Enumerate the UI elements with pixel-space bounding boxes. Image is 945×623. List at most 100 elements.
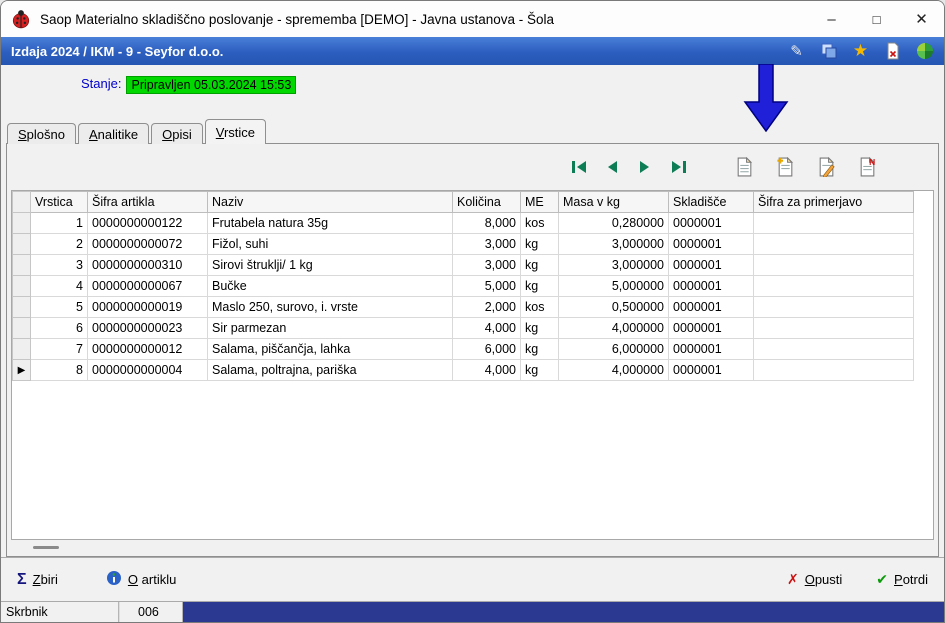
- cell-7[interactable]: [753, 233, 914, 255]
- tab-vrstice[interactable]: Vrstice: [204, 119, 267, 144]
- cell-0[interactable]: 5: [30, 296, 88, 318]
- cell-1[interactable]: 0000000000067: [87, 275, 208, 297]
- cell-5[interactable]: 3,000000: [558, 233, 669, 255]
- cell-0[interactable]: 1: [30, 212, 88, 234]
- cell-6[interactable]: 0000001: [668, 296, 754, 318]
- cell-4[interactable]: kos: [520, 212, 559, 234]
- export-pdf-icon[interactable]: [883, 42, 902, 61]
- minimize-button[interactable]: –: [809, 1, 854, 37]
- records-icon[interactable]: [819, 42, 838, 61]
- table-row[interactable]: 1 0000000000122 Frutabela natura 35g 8,000 k…: [12, 212, 914, 234]
- nav-next-button[interactable]: [632, 154, 658, 180]
- cell-7[interactable]: [753, 338, 914, 360]
- cell-3[interactable]: 3,000: [452, 254, 521, 276]
- cell-1[interactable]: 0000000000023: [87, 317, 208, 339]
- cell-0[interactable]: 8: [30, 359, 88, 381]
- potrdi-button[interactable]: ✔ Potrdi: [876, 571, 928, 588]
- edit-record-button[interactable]: [813, 154, 839, 180]
- cell-6[interactable]: 0000001: [668, 233, 754, 255]
- cell-2[interactable]: Bučke: [207, 275, 453, 297]
- cell-0[interactable]: 7: [30, 338, 88, 360]
- table-row[interactable]: 4 0000000000067 Bučke 5,000 kg 5,000000 000000…: [12, 275, 914, 297]
- resize-handle[interactable]: [33, 546, 59, 549]
- cell-4[interactable]: kg: [520, 254, 559, 276]
- insert-from-record-button[interactable]: [772, 154, 798, 180]
- column-header-6[interactable]: Skladišče: [668, 191, 754, 213]
- cell-2[interactable]: Salama, poltrajna, pariška: [207, 359, 453, 381]
- cell-5[interactable]: 0,500000: [558, 296, 669, 318]
- table-row[interactable]: 3 0000000000310 Sirovi štruklji/ 1 kg 3,000…: [12, 254, 914, 276]
- cell-0[interactable]: 3: [30, 254, 88, 276]
- column-header-4[interactable]: ME: [520, 191, 559, 213]
- cell-7[interactable]: [753, 254, 914, 276]
- cell-1[interactable]: 0000000000122: [87, 212, 208, 234]
- cell-5[interactable]: 0,280000: [558, 212, 669, 234]
- row-selector[interactable]: [12, 296, 31, 318]
- cell-7[interactable]: [753, 275, 914, 297]
- row-selector[interactable]: [12, 317, 31, 339]
- cell-1[interactable]: 0000000000004: [87, 359, 208, 381]
- o-artiklu-button[interactable]: O artiklu: [106, 570, 176, 589]
- tab-analitike[interactable]: Analitike: [77, 123, 150, 144]
- close-button[interactable]: ✕: [899, 1, 944, 37]
- row-selector[interactable]: [12, 275, 31, 297]
- cell-6[interactable]: 0000001: [668, 359, 754, 381]
- cell-2[interactable]: Sir parmezan: [207, 317, 453, 339]
- table-row[interactable]: 7 0000000000012 Salama, piščančja, lahka 6,…: [12, 338, 914, 360]
- insert-n-record-button[interactable]: N: [854, 154, 880, 180]
- tab-opisi[interactable]: Opisi: [151, 123, 203, 144]
- zbiri-button[interactable]: Σ Zbiri: [17, 570, 58, 589]
- column-header-2[interactable]: Naziv: [207, 191, 453, 213]
- row-selector[interactable]: [12, 254, 31, 276]
- insert-record-button[interactable]: [731, 154, 757, 180]
- cell-3[interactable]: 6,000: [452, 338, 521, 360]
- cell-1[interactable]: 0000000000072: [87, 233, 208, 255]
- edit-note-icon[interactable]: ✎: [787, 42, 806, 61]
- row-selector[interactable]: [12, 233, 31, 255]
- cell-2[interactable]: Maslo 250, surovo, i. vrste: [207, 296, 453, 318]
- cell-6[interactable]: 0000001: [668, 317, 754, 339]
- cell-2[interactable]: Salama, piščančja, lahka: [207, 338, 453, 360]
- cell-4[interactable]: kg: [520, 275, 559, 297]
- cell-1[interactable]: 0000000000012: [87, 338, 208, 360]
- column-header-0[interactable]: Vrstica: [30, 191, 88, 213]
- cell-6[interactable]: 0000001: [668, 254, 754, 276]
- cell-2[interactable]: Fižol, suhi: [207, 233, 453, 255]
- column-header-1[interactable]: Šifra artikla: [87, 191, 208, 213]
- cell-0[interactable]: 2: [30, 233, 88, 255]
- table-row[interactable]: 5 0000000000019 Maslo 250, surovo, i. vrst…: [12, 296, 914, 318]
- cell-5[interactable]: 3,000000: [558, 254, 669, 276]
- cell-0[interactable]: 6: [30, 317, 88, 339]
- cell-1[interactable]: 0000000000019: [87, 296, 208, 318]
- cell-6[interactable]: 0000001: [668, 338, 754, 360]
- column-header-5[interactable]: Masa v kg: [558, 191, 669, 213]
- cell-3[interactable]: 5,000: [452, 275, 521, 297]
- cell-3[interactable]: 3,000: [452, 233, 521, 255]
- cell-5[interactable]: 5,000000: [558, 275, 669, 297]
- nav-last-button[interactable]: [665, 154, 691, 180]
- table-row[interactable]: ▶ 8 0000000000004 Salama, poltrajna, parišk…: [12, 359, 914, 381]
- row-selector[interactable]: [12, 212, 31, 234]
- cell-1[interactable]: 0000000000310: [87, 254, 208, 276]
- cell-3[interactable]: 8,000: [452, 212, 521, 234]
- cell-0[interactable]: 4: [30, 275, 88, 297]
- cell-2[interactable]: Sirovi štruklji/ 1 kg: [207, 254, 453, 276]
- table-row[interactable]: 6 0000000000023 Sir parmezan 4,000 kg 4,00000…: [12, 317, 914, 339]
- cell-3[interactable]: 4,000: [452, 359, 521, 381]
- column-header-7[interactable]: Šifra za primerjavo: [753, 191, 914, 213]
- cell-2[interactable]: Frutabela natura 35g: [207, 212, 453, 234]
- cell-6[interactable]: 0000001: [668, 275, 754, 297]
- nav-first-button[interactable]: [566, 154, 592, 180]
- cell-4[interactable]: kg: [520, 233, 559, 255]
- cell-5[interactable]: 4,000000: [558, 359, 669, 381]
- cell-4[interactable]: kg: [520, 317, 559, 339]
- cell-5[interactable]: 4,000000: [558, 317, 669, 339]
- cell-3[interactable]: 4,000: [452, 317, 521, 339]
- cell-5[interactable]: 6,000000: [558, 338, 669, 360]
- cell-3[interactable]: 2,000: [452, 296, 521, 318]
- cell-7[interactable]: [753, 317, 914, 339]
- maximize-button[interactable]: □: [854, 1, 899, 37]
- table-row[interactable]: 2 0000000000072 Fižol, suhi 3,000 kg 3,000000…: [12, 233, 914, 255]
- row-selector[interactable]: [12, 338, 31, 360]
- opusti-button[interactable]: ✗ Opusti: [787, 571, 842, 588]
